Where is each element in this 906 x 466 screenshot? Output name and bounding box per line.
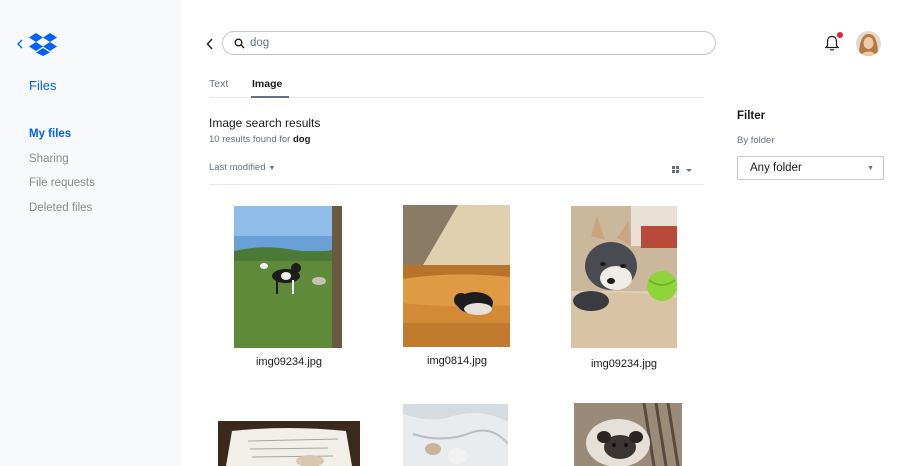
sidebar-nav: My files Sharing File requests Deleted f… [29, 127, 95, 225]
by-folder-label: By folder [737, 135, 775, 146]
image-thumbnail[interactable] [403, 404, 508, 466]
file-name[interactable]: img09234.jpg [564, 358, 684, 370]
folder-select[interactable]: Any folder ▼ [737, 156, 884, 180]
file-name[interactable]: img0814.jpg [397, 355, 517, 367]
grid-view-icon[interactable] [671, 165, 695, 175]
search-tabs: Text Image [209, 78, 704, 98]
results-title: Image search results [209, 116, 321, 130]
file-name[interactable]: img09234.jpg [229, 356, 349, 368]
divider [209, 184, 704, 185]
back-arrow-icon[interactable] [205, 37, 215, 51]
results-count: 10 results found for dog [209, 134, 310, 145]
image-thumbnail[interactable] [571, 206, 677, 348]
avatar[interactable] [856, 31, 881, 56]
sidebar-item-deleted-files[interactable]: Deleted files [29, 201, 95, 226]
results-count-prefix: 10 results found for [209, 134, 291, 145]
image-thumbnail[interactable] [403, 205, 510, 347]
search-bar[interactable] [222, 31, 716, 55]
caret-down-icon: ▼ [268, 165, 276, 172]
tab-image[interactable]: Image [251, 78, 289, 98]
image-thumbnail[interactable] [574, 403, 682, 466]
chevron-left-icon[interactable] [15, 37, 25, 51]
dropbox-logo-icon[interactable] [29, 32, 57, 56]
folder-select-value: Any folder [750, 162, 802, 174]
sort-label: Last modified [209, 162, 266, 173]
search-icon [234, 38, 245, 49]
results-query: dog [292, 134, 311, 145]
search-input[interactable] [250, 35, 690, 51]
sidebar-item-sharing[interactable]: Sharing [29, 152, 95, 177]
sidebar: Files My files Sharing File requests Del… [0, 0, 181, 466]
image-thumbnail[interactable] [234, 206, 342, 348]
sidebar-item-file-requests[interactable]: File requests [29, 176, 95, 201]
tab-text[interactable]: Text [209, 78, 228, 98]
sort-dropdown[interactable]: Last modified ▼ [209, 162, 275, 173]
caret-down-icon: ▼ [867, 165, 874, 172]
image-thumbnail[interactable] [218, 421, 360, 466]
sidebar-item-my-files[interactable]: My files [29, 127, 95, 152]
notification-badge [837, 32, 843, 38]
filter-title: Filter [737, 110, 766, 122]
sidebar-title[interactable]: Files [29, 78, 56, 93]
